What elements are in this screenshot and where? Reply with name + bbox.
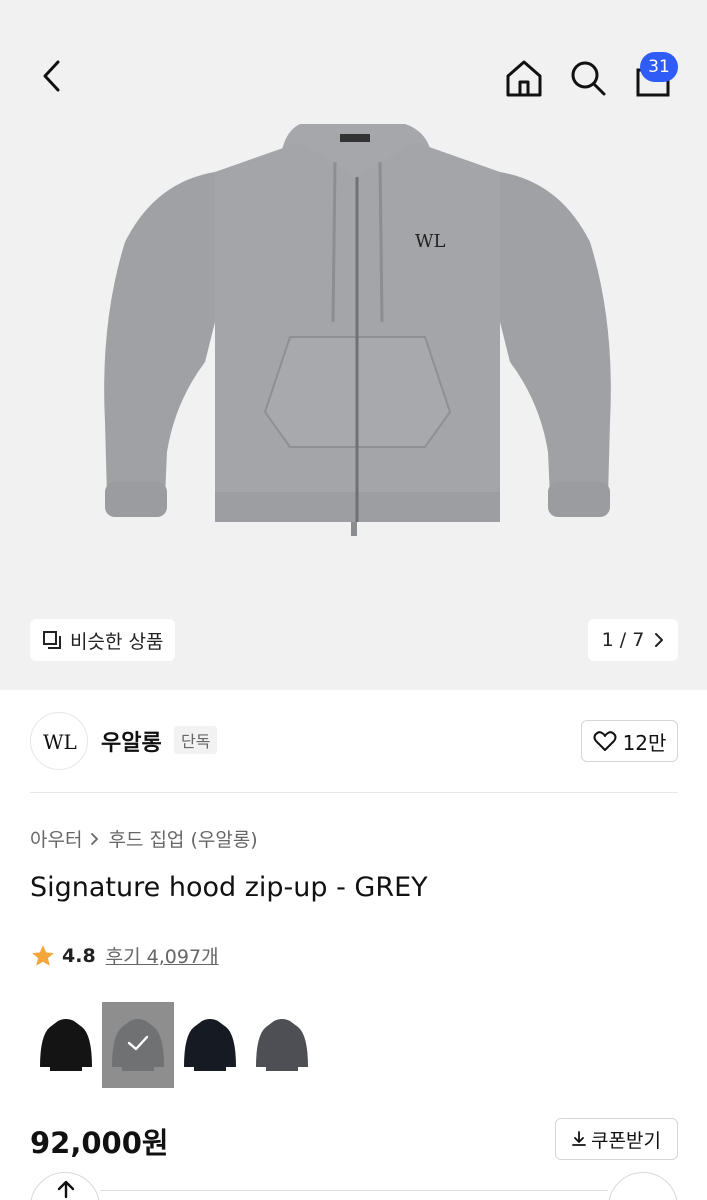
back-button[interactable] [30, 54, 74, 98]
brand-monogram-icon: WL [43, 730, 77, 754]
star-icon [32, 944, 54, 966]
search-button[interactable] [566, 54, 610, 102]
search-icon [571, 61, 606, 96]
color-swatches [30, 1002, 318, 1088]
exclusive-badge: 단독 [174, 726, 218, 754]
divider [30, 792, 678, 793]
hoodie-thumbnail [40, 1019, 92, 1071]
home-button[interactable] [500, 54, 548, 102]
bottom-divider [100, 1190, 608, 1191]
coupon-label: 쿠폰받기 [591, 1129, 661, 1152]
svg-text:WL: WL [43, 730, 77, 754]
gallery-pager[interactable]: 1 / 7 [588, 619, 678, 661]
product-title: Signature hood zip-up - GREY [30, 872, 428, 903]
product-price: 92,000원 [30, 1126, 169, 1160]
like-button[interactable]: 12만 [581, 720, 678, 762]
download-icon [572, 1131, 586, 1146]
brand-name[interactable]: 우알롱 [101, 725, 162, 757]
review-link[interactable]: 후기 4,097개 [106, 942, 219, 969]
swatch-grey-selected[interactable] [102, 1002, 174, 1088]
breadcrumb: 아우터 후드 집업 (우알롱) [30, 825, 258, 852]
rating-row: 4.8 후기 4,097개 [30, 942, 219, 969]
cart-count-badge: 31 [640, 52, 678, 82]
swatch-black[interactable] [30, 1002, 102, 1088]
hoodie-thumbnail [256, 1019, 308, 1071]
similar-products-label: 비슷한 상품 [70, 630, 164, 653]
swatch-navy[interactable] [174, 1002, 246, 1088]
coupon-button[interactable]: 쿠폰받기 [555, 1118, 678, 1160]
swatch-charcoal[interactable] [246, 1002, 318, 1088]
breadcrumb-subcategory[interactable]: 후드 집업 (우알롱) [108, 825, 257, 852]
chevron-left-icon [43, 60, 60, 92]
like-count: 12만 [622, 730, 667, 755]
product-gallery[interactable]: 31 WL 비슷한 상품 1 / 7 [0, 0, 707, 690]
pager-text: 1 / 7 [601, 629, 645, 651]
brand-logo[interactable]: WL [30, 712, 88, 770]
share-icon [57, 1180, 75, 1199]
floating-action-button[interactable] [608, 1172, 678, 1200]
chevron-right-icon [655, 633, 664, 647]
breadcrumb-category[interactable]: 아우터 [30, 825, 82, 852]
share-button[interactable] [30, 1172, 100, 1200]
chevron-right-icon [91, 832, 99, 845]
rating-value: 4.8 [62, 944, 96, 967]
svg-text:WL: WL [415, 231, 446, 252]
home-icon [506, 60, 542, 97]
check-icon [127, 1035, 149, 1051]
product-image[interactable]: WL [95, 122, 620, 547]
hoodie-thumbnail [184, 1019, 236, 1071]
top-bar [0, 40, 707, 114]
brand-row: WL 우알롱 단독 12만 [30, 712, 678, 770]
similar-products-button[interactable]: 비슷한 상품 [30, 619, 176, 661]
overlap-squares-icon [43, 631, 61, 649]
heart-icon [593, 731, 617, 751]
